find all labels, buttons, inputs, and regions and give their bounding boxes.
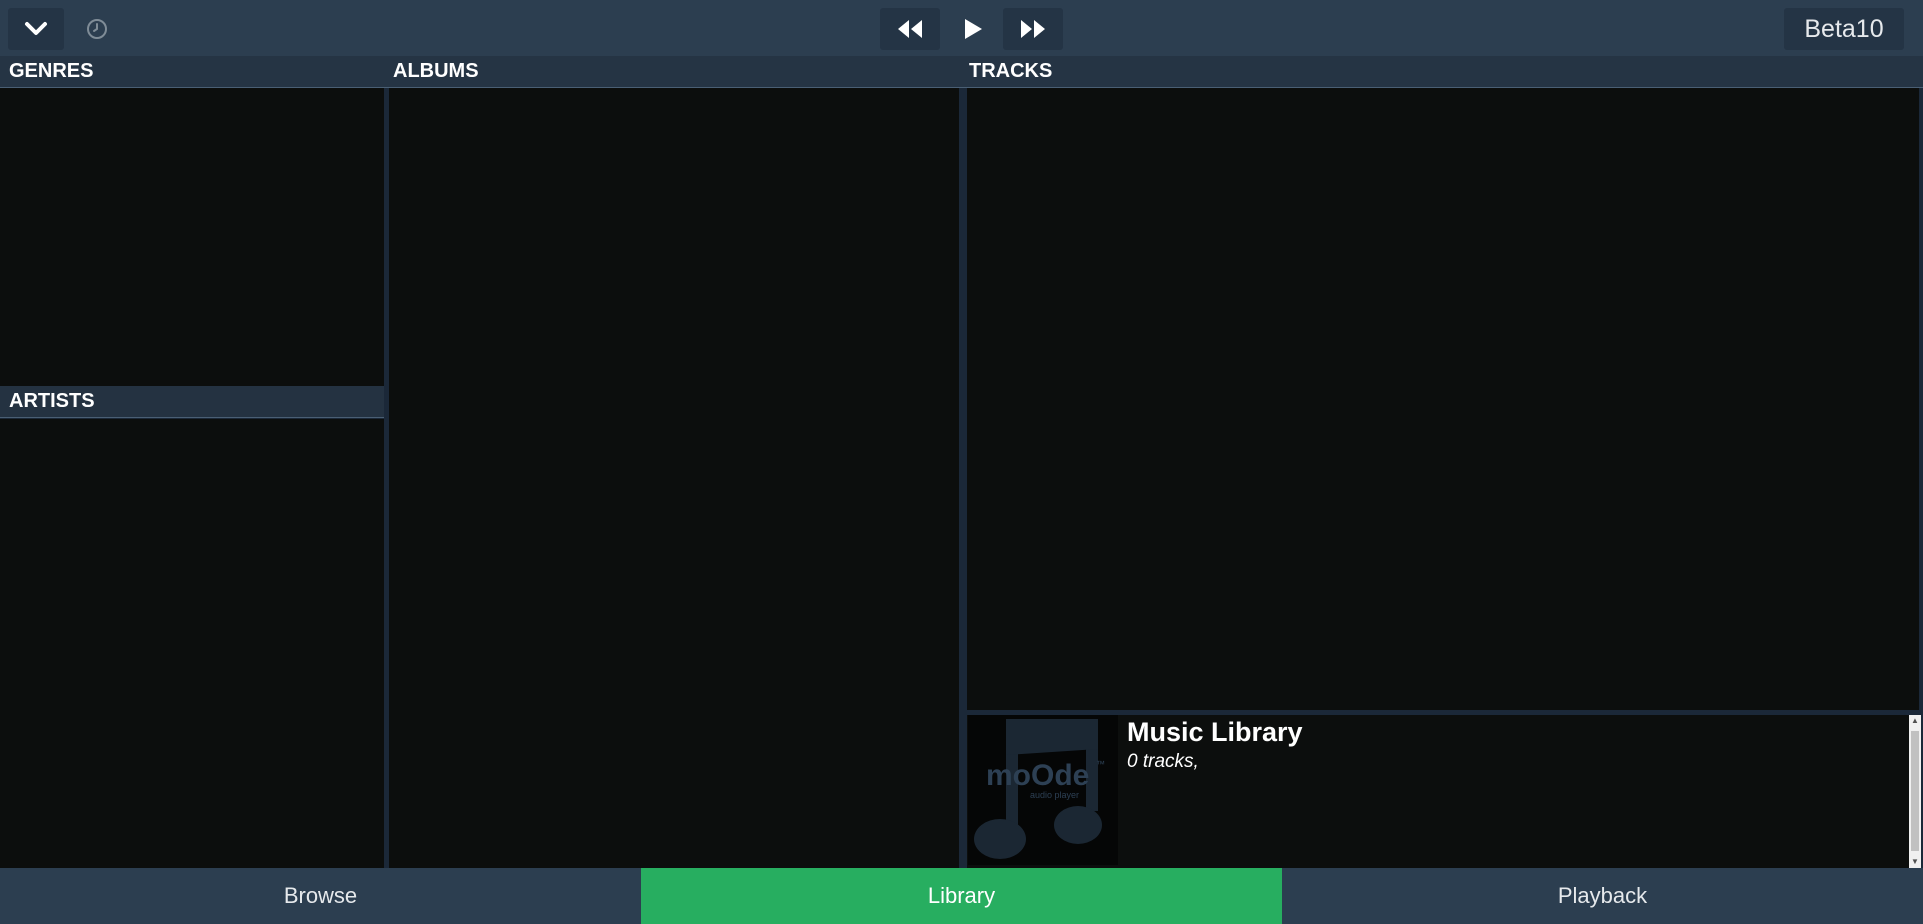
genres-header: GENRES: [0, 56, 384, 88]
albums-header: ALBUMS: [384, 56, 962, 88]
cover-tm-text: ™: [1096, 759, 1105, 769]
tracks-list[interactable]: [967, 88, 1919, 710]
tracks-header: TRACKS: [962, 56, 1923, 88]
library-scrollbar[interactable]: ▲ ▼: [1909, 715, 1921, 868]
library-track-count: 0 tracks,: [1127, 751, 1199, 772]
cover-tagline-text: audio player: [1030, 790, 1079, 800]
artists-list[interactable]: [0, 419, 384, 868]
top-bar: Beta10: [0, 0, 1923, 56]
next-button[interactable]: [1003, 8, 1063, 50]
play-button[interactable]: [943, 8, 1003, 50]
clock-icon: [87, 19, 107, 39]
tab-library[interactable]: Library: [641, 868, 1282, 924]
library-info: moOde ™ audio player Music Library 0 tra…: [967, 715, 1914, 868]
tab-browse[interactable]: Browse: [0, 868, 641, 924]
rewind-icon: [898, 20, 922, 38]
albums-list[interactable]: [389, 88, 959, 868]
menu-button[interactable]: [8, 8, 64, 50]
moode-library-view: Beta10 GENRES ARTISTS ALBUMS TRACKS moOd…: [0, 0, 1923, 924]
scroll-thumb[interactable]: [1911, 731, 1919, 851]
play-icon: [965, 19, 982, 39]
scroll-up-icon[interactable]: ▲: [1909, 715, 1921, 727]
fast-forward-icon: [1021, 20, 1045, 38]
version-button[interactable]: Beta10: [1784, 8, 1904, 50]
library-title: Music Library: [1127, 717, 1303, 747]
library-cover-art: moOde ™ audio player: [968, 715, 1118, 865]
previous-button[interactable]: [880, 8, 940, 50]
artists-header: ARTISTS: [0, 386, 384, 418]
music-note-icon: moOde ™ audio player: [974, 719, 1105, 859]
scroll-down-icon[interactable]: ▼: [1909, 856, 1921, 868]
cover-logo-text: moOde: [986, 759, 1089, 792]
clock-button[interactable]: [76, 8, 118, 50]
tab-playback[interactable]: Playback: [1282, 868, 1923, 924]
chevron-down-icon: [25, 22, 47, 35]
bottom-nav: Browse Library Playback: [0, 868, 1923, 924]
genres-list[interactable]: [0, 88, 384, 386]
